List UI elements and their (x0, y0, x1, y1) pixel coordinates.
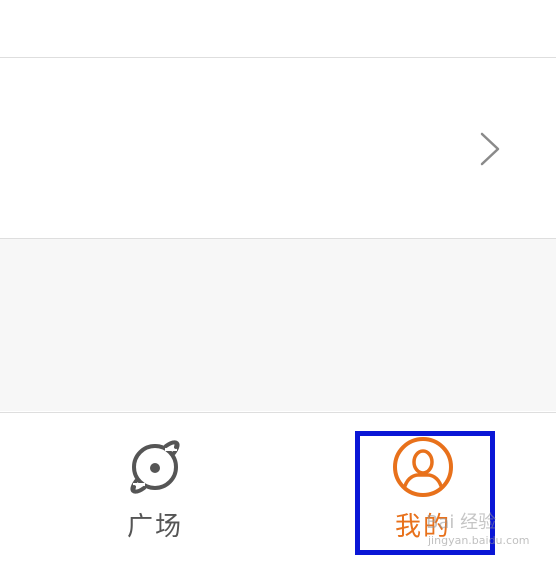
tab-plaza-label: 广场 (126, 512, 183, 542)
app-screen: 广场 我的 Bai 经验 jingyan.baidu.com (0, 0, 556, 564)
user-avatar-icon (393, 437, 453, 497)
planet-icon (130, 440, 180, 494)
tab-plaza[interactable]: 广场 (90, 413, 220, 564)
chevron-right-icon (480, 132, 500, 166)
spacer-band (0, 239, 556, 411)
settings-list-row[interactable] (0, 58, 556, 238)
watermark: Bai 经验 (426, 512, 497, 533)
top-area (0, 0, 556, 57)
watermark-url: jingyan.baidu.com (428, 534, 530, 547)
